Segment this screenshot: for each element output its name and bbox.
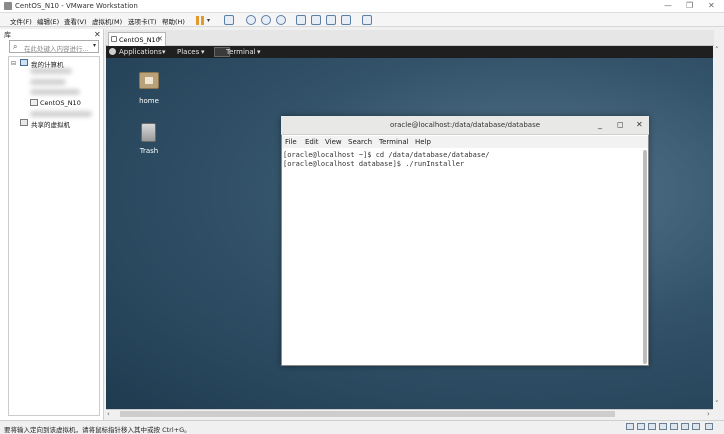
minimize-button[interactable]: — — [664, 1, 672, 10]
gnome-foot-icon — [109, 48, 116, 55]
places-dropdown-icon[interactable]: ▾ — [201, 48, 205, 56]
terminal-menu-edit[interactable]: Edit — [305, 138, 319, 146]
tab-label: CentOS_N10 — [119, 36, 160, 44]
hard-disk-icon[interactable] — [626, 423, 634, 430]
trash-icon[interactable] — [141, 123, 156, 142]
library-search-input[interactable]: ⌕ 在此处键入内容进行... ▾ — [9, 40, 99, 53]
terminal-titlebar: oracle@localhost:/data/database/database… — [281, 116, 649, 135]
library-view-icon[interactable] — [296, 15, 306, 25]
cd-dvd-icon[interactable] — [637, 423, 645, 430]
snapshot-icon[interactable] — [246, 15, 256, 25]
chevron-down-icon[interactable]: ▾ — [93, 42, 96, 49]
menu-view[interactable]: 查看(V) — [64, 16, 87, 26]
terminal-scrollbar[interactable] — [643, 150, 647, 364]
vmware-logo-icon — [4, 2, 12, 10]
tree-item-centos-n10[interactable]: CentOS_N10 — [40, 99, 81, 107]
usb-icon[interactable] — [681, 423, 689, 430]
terminal-menu-file[interactable]: File — [285, 138, 297, 146]
terminal-menu-view[interactable]: View — [325, 138, 342, 146]
places-menu[interactable]: Places — [177, 48, 199, 56]
tab-centos-n10[interactable]: CentOS_N10 ✕ — [108, 32, 166, 46]
terminal-minimize-button[interactable]: _ — [598, 120, 602, 129]
close-button[interactable]: ✕ — [708, 1, 715, 10]
status-message: 要将输入定向到该虚拟机，请将鼠标指针移入其中或按 Ctrl+G。 — [4, 426, 191, 434]
window-titlebar: CentOS_N10 - VMware Workstation — ❐ ✕ — [0, 0, 724, 13]
unity-icon[interactable] — [341, 15, 351, 25]
horizontal-scroll-thumb[interactable] — [120, 411, 615, 417]
desktop-label-home[interactable]: home — [126, 97, 172, 105]
computer-icon — [20, 59, 28, 66]
pause-dropdown-icon[interactable]: ▾ — [207, 17, 210, 24]
fullscreen-icon[interactable] — [326, 15, 336, 25]
pause-icon[interactable] — [196, 16, 204, 25]
maximize-button[interactable]: ❐ — [686, 1, 693, 10]
scroll-left-icon[interactable]: ‹ — [107, 410, 110, 418]
sound-icon[interactable] — [670, 423, 678, 430]
collapse-icon[interactable]: ⊟ — [11, 60, 16, 67]
tree-item-redacted[interactable] — [30, 89, 80, 95]
terminal-title: oracle@localhost:/data/database/database — [389, 121, 541, 129]
home-glyph — [145, 77, 153, 84]
terminal-line[interactable]: [oracle@localhost ~]$ cd /data/database/… — [283, 151, 490, 159]
terminal-close-button[interactable]: ✕ — [636, 120, 643, 129]
shared-vms-icon — [20, 119, 28, 126]
tree-item-redacted[interactable] — [30, 111, 92, 117]
vm-icon — [30, 99, 38, 106]
search-icon: ⌕ — [13, 42, 18, 51]
menu-file[interactable]: 文件(F) — [10, 16, 32, 26]
tree-item-redacted[interactable] — [30, 79, 66, 85]
tree-item-redacted[interactable] — [30, 68, 72, 74]
applications-menu[interactable]: Applications — [119, 48, 162, 56]
terminal-menu-help[interactable]: Help — [415, 138, 431, 146]
terminal-menu-terminal[interactable]: Terminal — [379, 138, 409, 146]
scroll-right-icon[interactable]: › — [707, 410, 710, 418]
message-log-icon[interactable] — [705, 423, 713, 430]
revert-snapshot-icon[interactable] — [261, 15, 271, 25]
search-placeholder: 在此处键入内容进行... — [24, 45, 89, 53]
window-title: CentOS_N10 - VMware Workstation — [15, 2, 138, 10]
tab-close-icon[interactable]: ✕ — [157, 35, 163, 43]
scroll-down-icon[interactable]: ˅ — [715, 400, 719, 408]
snapshot-manager-icon[interactable] — [276, 15, 286, 25]
applications-dropdown-icon[interactable]: ▾ — [162, 48, 166, 56]
terminal-line[interactable]: [oracle@localhost database]$ ./runInstal… — [283, 160, 464, 168]
send-keys-icon[interactable] — [224, 15, 234, 25]
vm-tree — [8, 56, 100, 416]
terminal-task-dropdown-icon[interactable]: ▾ — [257, 48, 261, 56]
console-view-icon[interactable] — [311, 15, 321, 25]
menu-vm[interactable]: 虚拟机(M) — [92, 16, 122, 26]
thumbnail-view-icon[interactable] — [362, 15, 372, 25]
vm-tabbar — [105, 30, 714, 46]
library-close-button[interactable]: ✕ — [94, 30, 101, 39]
vm-tab-icon — [111, 36, 117, 42]
terminal-maximize-button[interactable]: ◻ — [617, 120, 624, 129]
desktop-label-trash[interactable]: Trash — [126, 147, 172, 155]
library-header: 库 — [4, 31, 11, 39]
network-icon[interactable] — [648, 423, 656, 430]
terminal-task[interactable]: Terminal — [226, 48, 256, 56]
menu-edit[interactable]: 编辑(E) — [37, 16, 59, 26]
terminal-menu-search[interactable]: Search — [348, 138, 372, 146]
display-icon[interactable] — [692, 423, 700, 430]
tree-item-shared-vms[interactable]: 共享的虚拟机 — [31, 119, 70, 129]
menu-tabs[interactable]: 选项卡(T) — [128, 16, 157, 26]
menu-help[interactable]: 帮助(H) — [162, 16, 185, 26]
printer-icon[interactable] — [659, 423, 667, 430]
vertical-scrollbar[interactable] — [713, 46, 723, 409]
scroll-up-icon[interactable]: ˄ — [715, 46, 719, 54]
statusbar: 要将输入定向到该虚拟机，请将鼠标指针移入其中或按 Ctrl+G。 — [0, 420, 724, 434]
